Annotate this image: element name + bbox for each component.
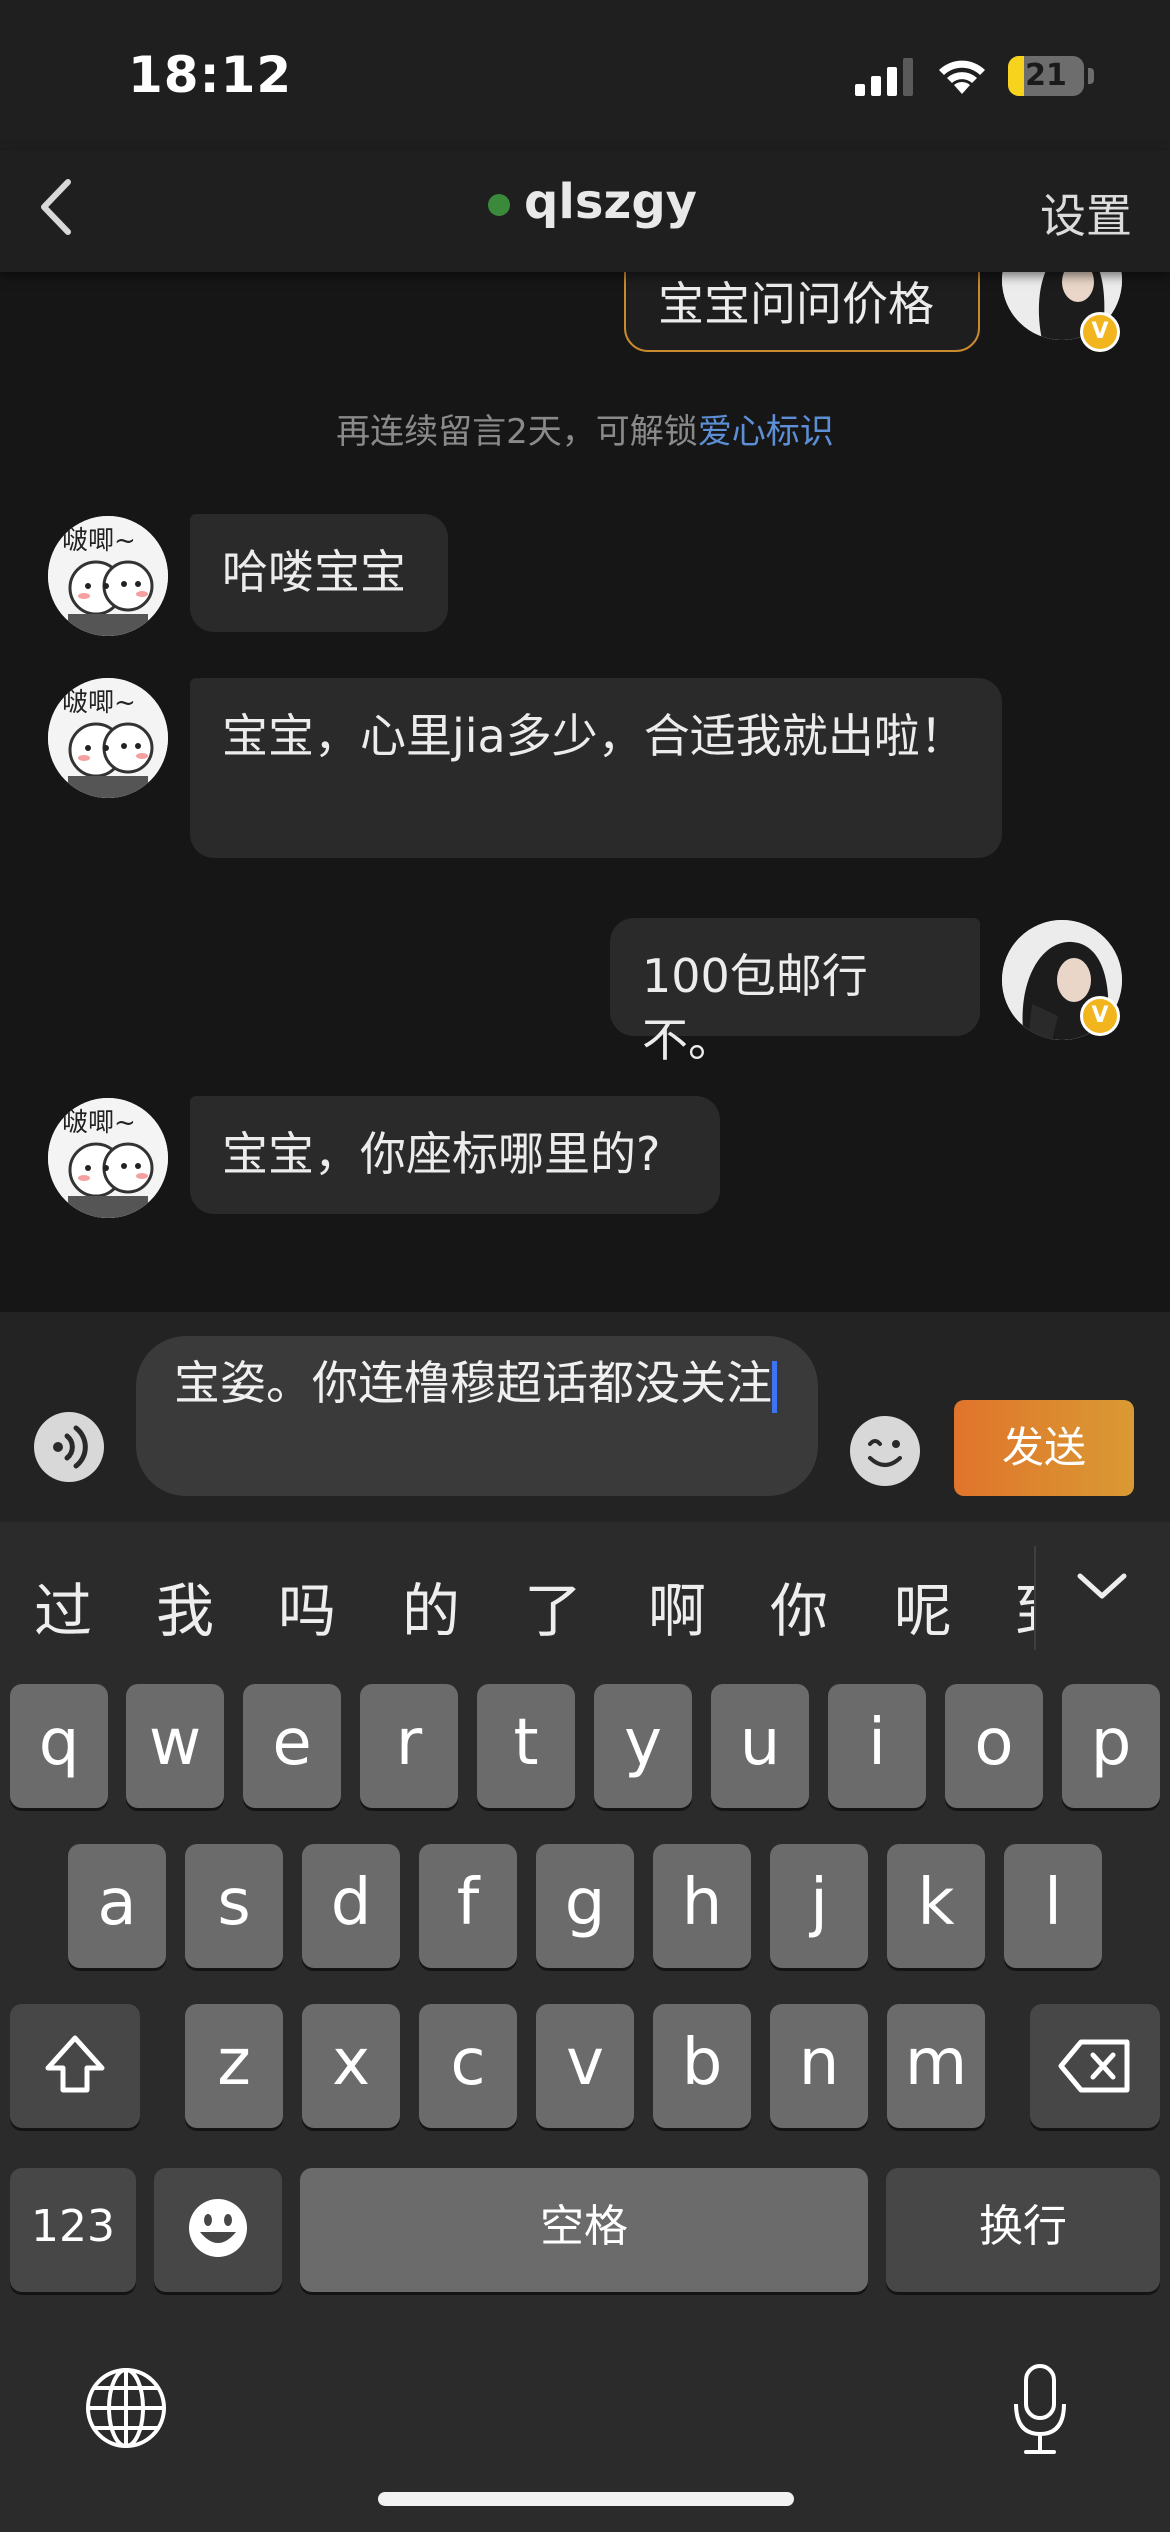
candidate-bar: 过 我 吗 的 了 啊 你 呢 到 [0,1522,1170,1672]
avatar-caption: 啵唧~ [62,1108,136,1138]
message-bubble-out[interactable]: 100包邮行不。 [610,918,980,1067]
verified-badge-icon: V [1080,996,1120,1036]
key-t[interactable]: t [477,1684,575,1808]
message-bubble-in[interactable]: 哈喽宝宝 [190,514,448,632]
return-key[interactable]: 换行 [886,2168,1160,2292]
sender-avatar[interactable]: 啵唧~ [48,678,168,798]
voice-input-button[interactable] [34,1412,104,1482]
text-caret [772,1360,777,1413]
message-draft-text: 宝姿。你连橹穆超话都没关注 [174,1356,772,1410]
key-k[interactable]: k [887,1844,985,1968]
shift-key[interactable] [10,2004,140,2128]
key-w[interactable]: w [126,1684,224,1808]
key-c[interactable]: c [419,2004,517,2128]
smiley-icon [189,2199,247,2257]
system-note: 再连续留言2天，可解锁爱心标识 [0,404,1170,453]
key-z[interactable]: z [185,2004,283,2128]
send-button[interactable]: 发送 [954,1400,1134,1496]
key-n[interactable]: n [770,2004,868,2128]
wifi-icon [939,60,985,94]
chat-area[interactable]: 宝宝问问价格 V 再连续留言2天，可解锁爱心标识 啵唧~ 哈喽宝宝 啵唧~ 宝宝… [0,272,1170,1312]
conversation-title[interactable]: qlszgy [524,174,697,230]
key-h[interactable]: h [653,1844,751,1968]
battery-tip [1088,68,1094,84]
candidate-word[interactable]: 到 [1014,1564,1034,1648]
message-bubble-in[interactable]: 宝宝，心里jia多少，合适我就出啦！ [190,678,1002,858]
key-e[interactable]: e [243,1684,341,1808]
backspace-icon [1058,2039,1130,2093]
nav-bar: qlszgy 设置 [0,150,1170,272]
composer-bar: 宝姿。你连橹穆超话都没关注 发送 [0,1312,1170,1522]
partial-message-bubble[interactable]: 宝宝问问价格 [624,272,980,352]
space-key[interactable]: 空格 [300,2168,868,2292]
message-text: 100包邮行不。 [642,949,868,1067]
key-v[interactable]: v [536,2004,634,2128]
microphone-icon[interactable] [1010,2362,1070,2458]
partial-message-text: 宝宝问问价格 [658,277,934,331]
emoji-button[interactable] [850,1416,920,1486]
system-note-text: 再连续留言2天，可解锁 [336,412,698,452]
key-g[interactable]: g [536,1844,634,1968]
key-r[interactable]: r [360,1684,458,1808]
candidate-word[interactable]: 过 [34,1564,92,1648]
key-b[interactable]: b [653,2004,751,2128]
key-l[interactable]: l [1004,1844,1102,1968]
key-f[interactable]: f [419,1844,517,1968]
chevron-down-icon[interactable] [1072,1566,1132,1606]
back-chevron-icon[interactable] [28,172,88,242]
battery-percent: 21 [1025,58,1067,93]
message-input[interactable]: 宝姿。你连橹穆超话都没关注 [136,1336,818,1496]
key-a[interactable]: a [68,1844,166,1968]
key-d[interactable]: d [302,1844,400,1968]
home-indicator[interactable] [378,2492,794,2506]
sender-avatar[interactable]: 啵唧~ [48,1098,168,1218]
message-text: 哈喽宝宝 [222,545,406,599]
key-x[interactable]: x [302,2004,400,2128]
verified-badge-icon: V [1080,312,1120,352]
key-j[interactable]: j [770,1844,868,1968]
candidate-word[interactable]: 了 [524,1564,582,1648]
emoji-keyboard-key[interactable] [154,2168,282,2292]
key-y[interactable]: y [594,1684,692,1808]
sender-avatar[interactable]: 啵唧~ [48,516,168,636]
battery-icon: 21 [1008,56,1084,96]
candidate-word[interactable]: 我 [156,1564,214,1648]
candidate-word[interactable]: 的 [402,1564,460,1648]
key-q[interactable]: q [10,1684,108,1808]
avatar-caption: 啵唧~ [62,688,136,718]
system-note-link[interactable]: 爱心标识 [698,412,834,452]
message-bubble-in[interactable]: 宝宝，你座标哪里的? [190,1096,720,1214]
key-i[interactable]: i [828,1684,926,1808]
globe-icon[interactable] [84,2366,168,2450]
candidate-word[interactable]: 吗 [278,1564,336,1648]
keyboard: 过 我 吗 的 了 啊 你 呢 到 q w e r t y u i o p a … [0,1522,1170,2532]
key-o[interactable]: o [945,1684,1043,1808]
voice-wave-icon [53,1425,88,1469]
message-text: 宝宝，心里jia多少，合适我就出啦！ [222,709,966,763]
candidate-divider [1034,1546,1036,1650]
avatar-caption: 啵唧~ [62,526,136,556]
candidate-overflow: 到 [1014,1522,1034,1672]
message-text: 宝宝，你座标哪里的? [222,1127,661,1181]
numbers-key[interactable]: 123 [10,2168,136,2292]
settings-button[interactable]: 设置 [1040,180,1132,246]
shift-arrow-icon [45,2035,105,2093]
wink-emoji-icon [868,1439,902,1467]
key-p[interactable]: p [1062,1684,1160,1808]
online-status-dot [488,194,510,216]
candidate-word[interactable]: 你 [770,1564,828,1648]
key-u[interactable]: u [711,1684,809,1808]
key-m[interactable]: m [887,2004,985,2128]
key-s[interactable]: s [185,1844,283,1968]
candidate-word[interactable]: 啊 [648,1564,706,1648]
candidate-word[interactable]: 呢 [894,1564,952,1648]
backspace-key[interactable] [1030,2004,1160,2128]
status-time: 18:12 [128,46,293,104]
status-bar: 18:12 21 [0,0,1170,150]
cellular-signal-icon [855,58,913,96]
